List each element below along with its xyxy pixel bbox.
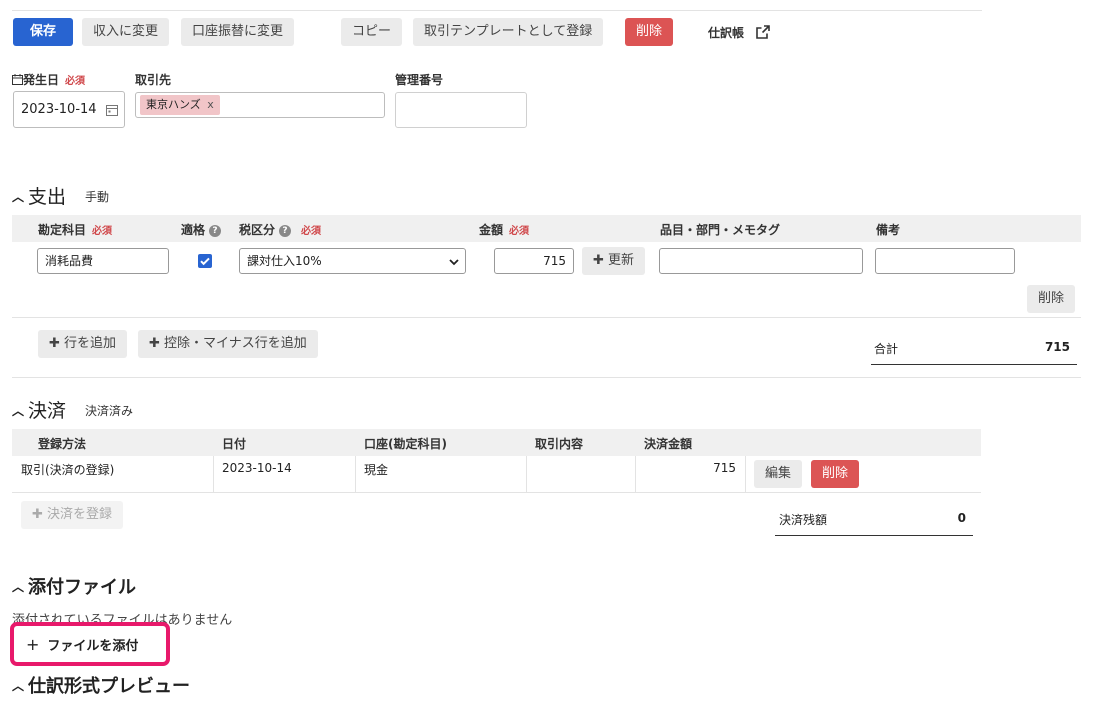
delete-row-button[interactable]: 削除 (1027, 285, 1076, 313)
change-to-transfer-button[interactable]: 口座振替に変更 (181, 18, 295, 46)
preview-section-header[interactable]: ︿ 仕訳形式プレビュー (12, 672, 190, 698)
plus-icon: + (26, 635, 40, 654)
settlement-account: 現金 (364, 463, 389, 477)
col-settle-amount: 決済金額 (644, 437, 693, 451)
col-tax: 税区分? 必須 (239, 223, 322, 237)
settlement-status: 決済済み (85, 404, 134, 418)
edit-settlement-button[interactable]: 編集 (754, 460, 803, 488)
settlement-amount: 715 (713, 461, 736, 475)
date-label-group: 発生日 必須 (12, 71, 85, 88)
mgmt-number-input[interactable] (395, 92, 527, 128)
total-label: 合計 (874, 342, 899, 356)
expense-title: 支出 (28, 186, 67, 208)
attach-file-label: ファイルを添付 (47, 639, 139, 654)
col-details: 取引内容 (535, 437, 584, 451)
plus-icon: ✚ (49, 336, 60, 351)
date-value: 2023-10-14 (21, 102, 97, 117)
items-input[interactable] (659, 248, 863, 274)
tax-select[interactable]: 課対仕入10% (239, 248, 466, 274)
col-qualified: 適格? (181, 221, 222, 238)
register-template-button[interactable]: 取引テンプレートとして登録 (413, 18, 604, 46)
expense-section-header[interactable]: ︿ 支出 (12, 182, 66, 209)
section-divider (12, 377, 1081, 378)
add-row-label: 行を追加 (64, 336, 117, 351)
help-icon[interactable]: ? (279, 225, 292, 237)
chevron-up-icon: ︿ (12, 580, 25, 594)
partner-tag-remove-icon[interactable]: x (207, 98, 214, 111)
journal-link[interactable]: 仕訳帳 (708, 24, 771, 41)
delete-settlement-button[interactable]: 削除 (811, 460, 860, 488)
col-method: 登録方法 (38, 437, 87, 451)
expense-divider (12, 317, 1081, 318)
add-deduction-row-label: 控除・マイナス行を追加 (164, 336, 307, 351)
required-badge: 必須 (65, 76, 86, 87)
update-button-label: 更新 (608, 253, 635, 268)
balance-value: 0 (957, 511, 966, 525)
delete-transaction-button[interactable]: 削除 (625, 18, 674, 46)
journal-link-label: 仕訳帳 (708, 26, 745, 40)
note-input[interactable] (875, 248, 1015, 274)
settlement-method: 取引(決済の登録) (21, 463, 115, 477)
col-settle-account: 口座(勘定科目) (364, 437, 447, 451)
change-to-income-button[interactable]: 収入に変更 (82, 18, 170, 46)
date-input[interactable]: 2023-10-14 (13, 91, 125, 128)
account-input[interactable]: 消耗品費 (37, 248, 169, 274)
settlement-title: 決済 (28, 400, 67, 422)
balance-label: 決済残額 (779, 513, 828, 527)
partner-tag: 東京ハンズ x (140, 95, 220, 115)
balance-underline (775, 535, 973, 536)
add-row-button[interactable]: ✚ 行を追加 (38, 330, 128, 358)
settlement-date: 2023-10-14 (222, 461, 292, 475)
amount-input[interactable]: 715 (494, 248, 574, 274)
attachments-title: 添付ファイル (28, 577, 137, 598)
register-settlement-label: 決済を登録 (47, 507, 113, 522)
partner-tag-label: 東京ハンズ (146, 98, 201, 111)
col-account: 勘定科目 必須 (38, 223, 113, 237)
chevron-up-icon: ︿ (12, 679, 25, 693)
qualified-checkbox[interactable] (198, 254, 212, 268)
chevron-down-icon (449, 259, 459, 266)
preview-title: 仕訳形式プレビュー (28, 676, 191, 697)
settlement-row-divider (12, 492, 981, 493)
total-underline (871, 364, 1077, 365)
update-button[interactable]: ✚ 更新 (582, 247, 646, 275)
partner-input[interactable]: 東京ハンズ x (135, 92, 385, 118)
top-divider (12, 10, 982, 11)
date-label: 発生日 (23, 73, 60, 87)
col-date: 日付 (222, 437, 247, 451)
settlement-section-header[interactable]: ︿ 決済 (12, 396, 66, 423)
calendar-icon (12, 74, 23, 85)
copy-button[interactable]: コピー (341, 18, 403, 46)
settlement-table-header (12, 429, 981, 456)
save-button[interactable]: 保存 (13, 18, 73, 46)
checkmark-icon (200, 257, 210, 266)
chevron-up-icon: ︿ (12, 404, 25, 418)
attachments-section-header[interactable]: ︿ 添付ファイル (12, 573, 136, 599)
register-settlement-button[interactable]: ✚ 決済を登録 (21, 501, 124, 529)
attach-file-button[interactable]: + ファイルを添付 (26, 635, 138, 654)
plus-icon: ✚ (32, 507, 43, 522)
tax-select-value: 課対仕入10% (247, 254, 322, 268)
mgmt-number-label: 管理番号 (395, 73, 444, 87)
total-value: 715 (1044, 340, 1070, 354)
external-link-icon (756, 25, 771, 39)
col-note: 備考 (876, 223, 901, 237)
chevron-up-icon: ︿ (12, 190, 25, 204)
expense-table-header (12, 215, 1081, 242)
date-picker-icon[interactable] (106, 104, 118, 116)
expense-mode: 手動 (85, 190, 110, 204)
col-items: 品目・部門・メモタグ (660, 223, 781, 237)
plus-icon: ✚ (149, 336, 160, 351)
col-amount: 金額 必須 (479, 223, 530, 237)
plus-icon: ✚ (593, 253, 604, 268)
partner-label: 取引先 (135, 73, 172, 87)
help-icon[interactable]: ? (209, 225, 222, 237)
add-deduction-row-button[interactable]: ✚ 控除・マイナス行を追加 (138, 330, 318, 358)
